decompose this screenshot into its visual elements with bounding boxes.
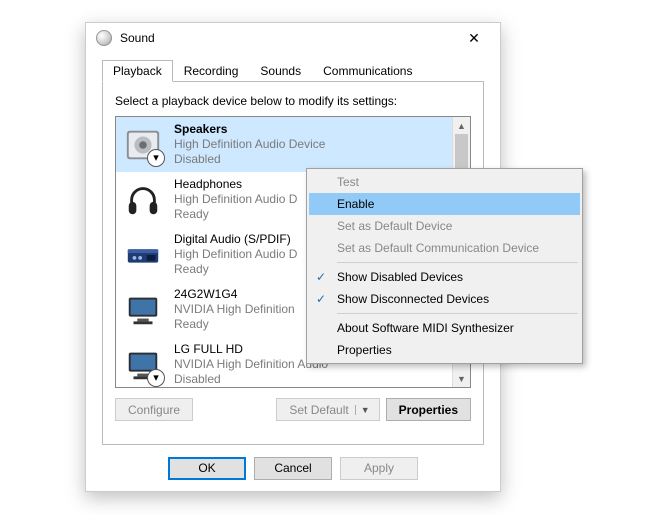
device-status: Ready bbox=[174, 317, 295, 332]
menu-item: Set as Default Device bbox=[309, 215, 580, 237]
check-icon: ✓ bbox=[316, 270, 326, 284]
menu-item[interactable]: ✓ Show Disconnected Devices bbox=[309, 288, 580, 310]
device-name: LG FULL HD bbox=[174, 342, 328, 357]
chevron-down-icon: ▼ bbox=[355, 405, 375, 415]
panel-button-row: Configure Set Default ▼ Properties bbox=[115, 388, 471, 421]
menu-item: Test bbox=[309, 171, 580, 193]
device-status: Ready bbox=[174, 262, 297, 277]
window-title: Sound bbox=[120, 31, 454, 45]
menu-item-label: Properties bbox=[337, 343, 392, 357]
menu-item-label: Set as Default Communication Device bbox=[337, 241, 539, 255]
configure-button[interactable]: Configure bbox=[115, 398, 193, 421]
device-subtitle: High Definition Audio D bbox=[174, 247, 297, 262]
device-icon bbox=[124, 236, 162, 274]
scroll-up-icon[interactable]: ▲ bbox=[453, 117, 470, 134]
tab-playback[interactable]: Playback bbox=[102, 60, 173, 82]
device-text: LG FULL HDNVIDIA High Definition AudioDi… bbox=[174, 342, 328, 387]
device-subtitle: NVIDIA High Definition bbox=[174, 302, 295, 317]
device-text: Digital Audio (S/PDIF)High Definition Au… bbox=[174, 232, 297, 277]
device-name: Digital Audio (S/PDIF) bbox=[174, 232, 297, 247]
device-icon bbox=[124, 291, 162, 329]
device-name: Speakers bbox=[174, 122, 325, 137]
menu-separator bbox=[337, 313, 578, 314]
panel-hint: Select a playback device below to modify… bbox=[115, 94, 471, 108]
device-icon bbox=[124, 181, 162, 219]
set-default-label: Set Default bbox=[289, 403, 348, 417]
device-subtitle: NVIDIA High Definition Audio bbox=[174, 357, 328, 372]
menu-item[interactable]: ✓ Show Disabled Devices bbox=[309, 266, 580, 288]
arrow-down-icon: ▾ bbox=[147, 149, 165, 167]
device-subtitle: High Definition Audio Device bbox=[174, 137, 325, 152]
tab-strip: PlaybackRecordingSoundsCommunications bbox=[102, 57, 484, 81]
properties-button[interactable]: Properties bbox=[386, 398, 471, 421]
context-menu: Test Enable Set as Default Device Set as De… bbox=[306, 168, 583, 364]
scroll-down-icon[interactable]: ▼ bbox=[453, 370, 470, 387]
tab-recording[interactable]: Recording bbox=[173, 60, 250, 82]
device-text: SpeakersHigh Definition Audio DeviceDisa… bbox=[174, 122, 325, 167]
check-icon: ✓ bbox=[316, 292, 326, 306]
device-status: Ready bbox=[174, 207, 297, 222]
menu-item-label: About Software MIDI Synthesizer bbox=[337, 321, 514, 335]
device-subtitle: High Definition Audio D bbox=[174, 192, 297, 207]
menu-item: Set as Default Communication Device bbox=[309, 237, 580, 259]
menu-item[interactable]: About Software MIDI Synthesizer bbox=[309, 317, 580, 339]
ok-button[interactable]: OK bbox=[168, 457, 246, 480]
device-name: Headphones bbox=[174, 177, 297, 192]
device-name: 24G2W1G4 bbox=[174, 287, 295, 302]
close-button[interactable]: ✕ bbox=[454, 24, 494, 52]
speaker-icon bbox=[96, 30, 112, 46]
device-row[interactable]: ▾ SpeakersHigh Definition Audio DeviceDis… bbox=[116, 117, 452, 172]
device-icon: ▾ bbox=[124, 346, 162, 384]
menu-item-label: Show Disabled Devices bbox=[337, 270, 463, 284]
menu-separator bbox=[337, 262, 578, 263]
device-status: Disabled bbox=[174, 372, 328, 387]
device-text: 24G2W1G4NVIDIA High DefinitionReady bbox=[174, 287, 295, 332]
cancel-button[interactable]: Cancel bbox=[254, 457, 332, 480]
arrow-down-icon: ▾ bbox=[147, 369, 165, 387]
menu-item[interactable]: Enable bbox=[309, 193, 580, 215]
device-icon: ▾ bbox=[124, 126, 162, 164]
menu-item-label: Show Disconnected Devices bbox=[337, 292, 489, 306]
titlebar: Sound ✕ bbox=[86, 23, 500, 53]
menu-item-label: Enable bbox=[337, 197, 374, 211]
apply-button[interactable]: Apply bbox=[340, 457, 418, 480]
tab-communications[interactable]: Communications bbox=[312, 60, 423, 82]
menu-item[interactable]: Properties bbox=[309, 339, 580, 361]
tab-sounds[interactable]: Sounds bbox=[249, 60, 312, 82]
dialog-footer: OK Cancel Apply bbox=[86, 445, 500, 491]
device-text: HeadphonesHigh Definition Audio DReady bbox=[174, 177, 297, 222]
menu-item-label: Test bbox=[337, 175, 359, 189]
menu-item-label: Set as Default Device bbox=[337, 219, 452, 233]
device-status: Disabled bbox=[174, 152, 325, 167]
set-default-button[interactable]: Set Default ▼ bbox=[276, 398, 379, 421]
